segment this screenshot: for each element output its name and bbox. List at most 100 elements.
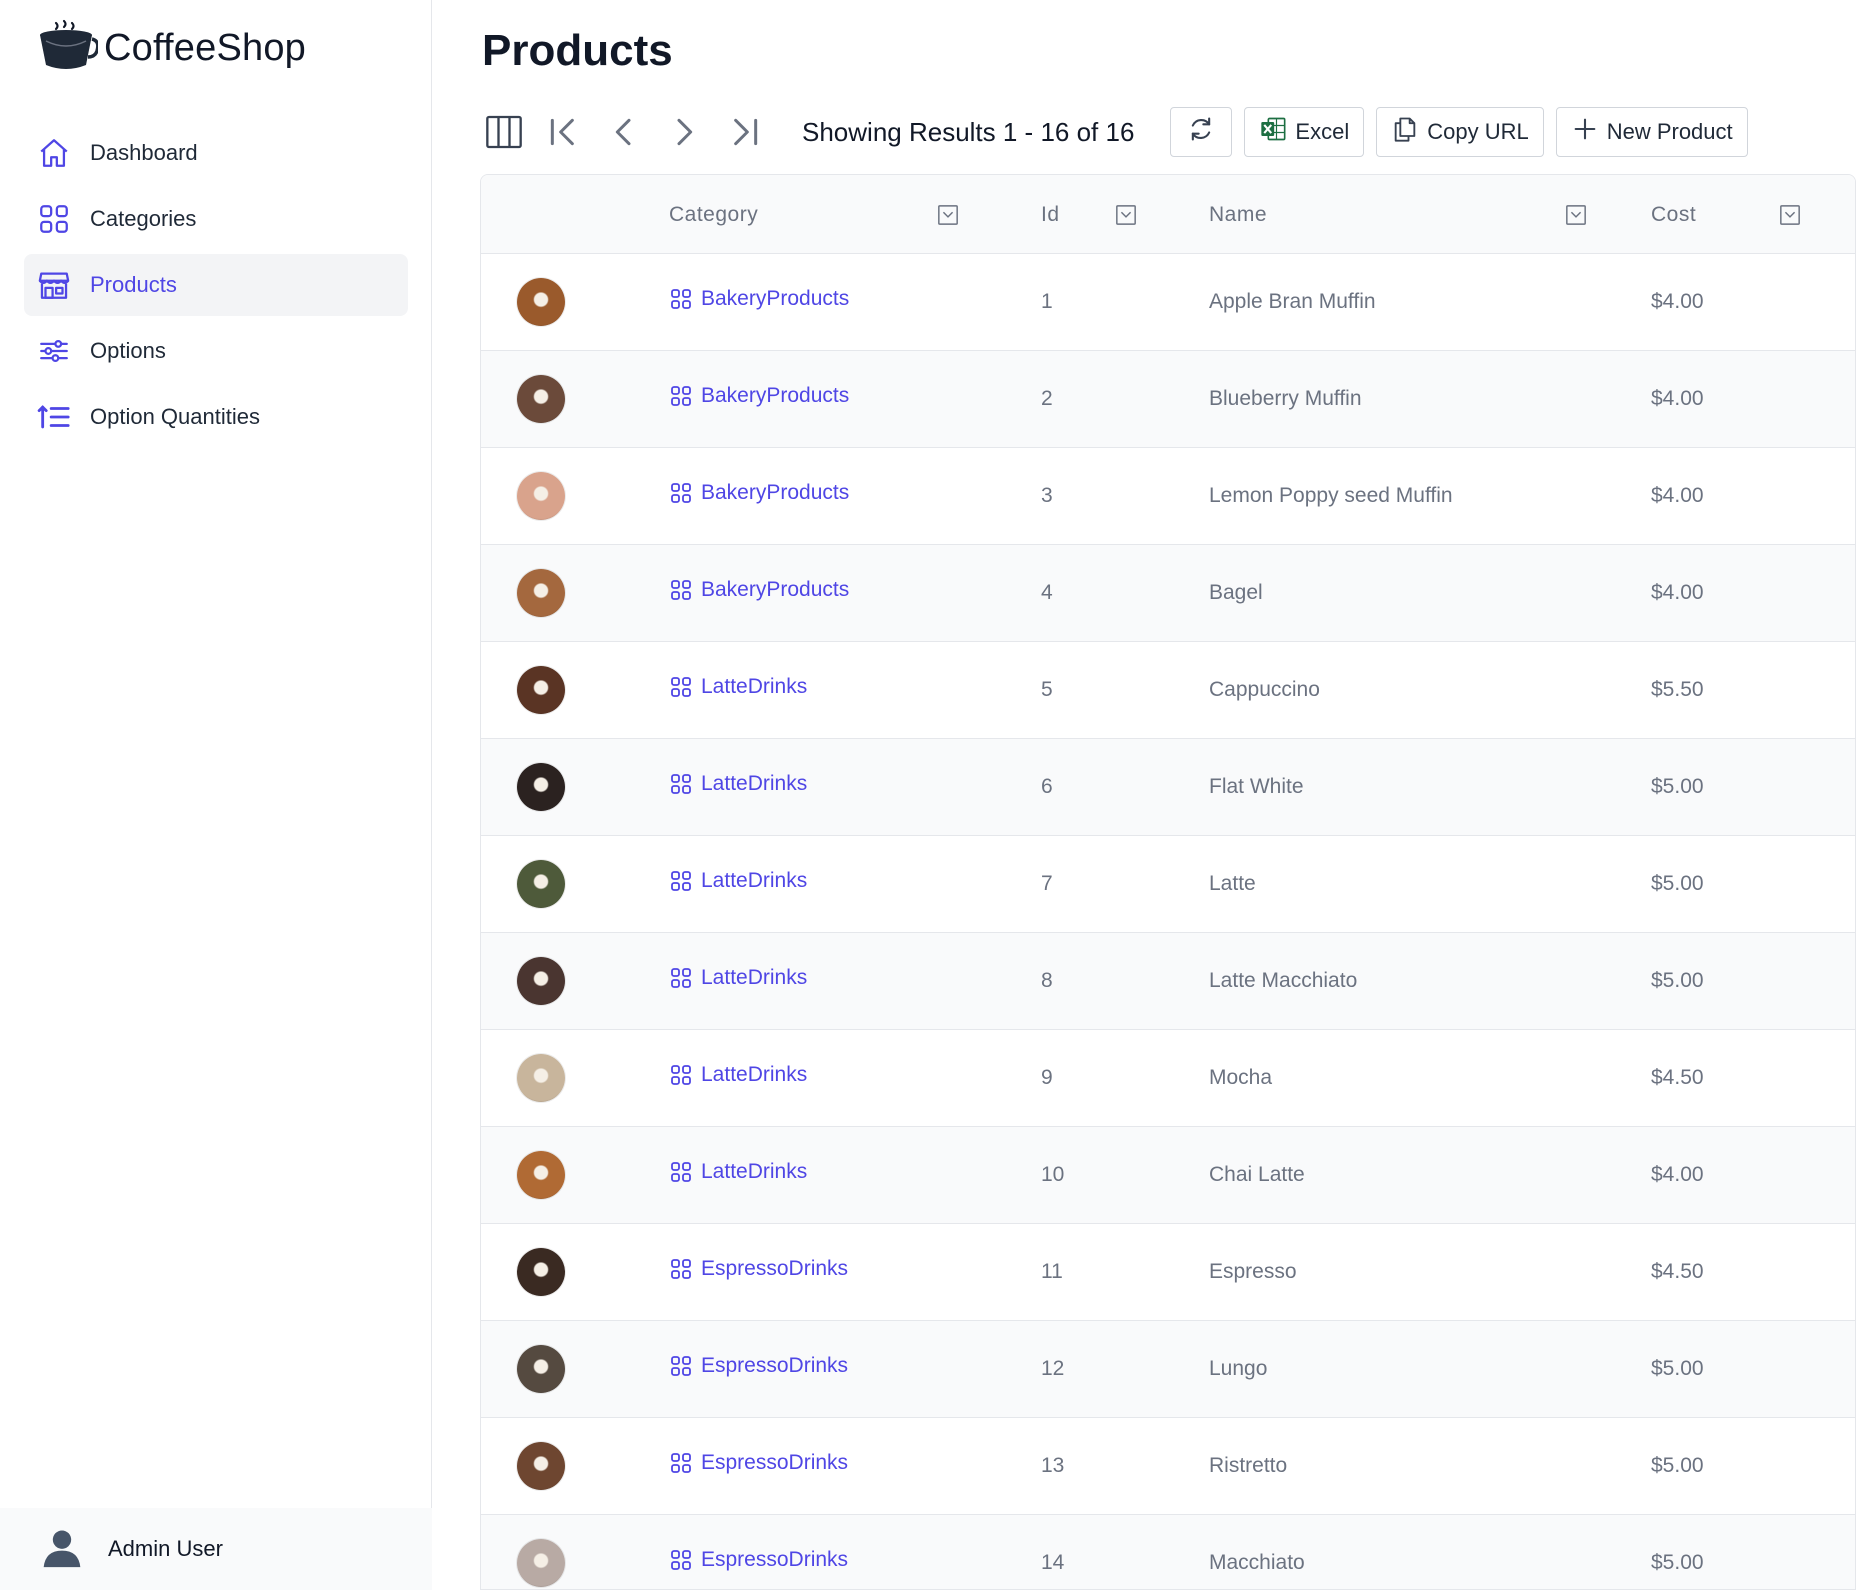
table-row[interactable]: LatteDrinks 8 Latte Macchiato $5.00 [481,932,1855,1029]
category-link[interactable]: EspressoDrinks [669,1451,848,1475]
category-label: BakeryProducts [701,480,850,504]
category-link[interactable]: EspressoDrinks [669,1548,848,1572]
copy-url-button[interactable]: Copy URL [1376,107,1544,157]
product-thumbnail [517,762,565,811]
category-link[interactable]: LatteDrinks [669,772,807,796]
table-row[interactable]: LatteDrinks 5 Cappuccino $5.50 [481,641,1855,738]
table-row[interactable]: LatteDrinks 6 Flat White $5.00 [481,738,1855,835]
filter-dropdown-icon[interactable] [1115,204,1137,226]
product-image-cell [481,544,669,641]
name-cell: Latte Macchiato [1209,968,1358,992]
table-row[interactable]: BakeryProducts 1 Apple Bran Muffin $4.00 [481,253,1855,350]
category-link[interactable]: EspressoDrinks [669,1257,848,1281]
category-label: LatteDrinks [701,1159,808,1183]
sidebar-item-label: Options [90,338,166,363]
id-cell: 9 [1041,1065,1053,1089]
product-thumbnail [517,568,565,617]
category-link[interactable]: BakeryProducts [669,287,849,311]
sidebar-item-option-quantities[interactable]: Option Quantities [24,386,408,448]
category-link[interactable]: LatteDrinks [669,966,807,990]
category-link[interactable]: BakeryProducts [669,578,849,602]
user-menu[interactable]: Admin User [0,1508,432,1590]
cost-cell: $5.00 [1651,1453,1704,1477]
sidebar-item-label: Option Quantities [90,404,260,429]
next-page-icon[interactable] [662,110,706,154]
column-header-label: Name [1209,203,1268,226]
name-cell: Macchiato [1209,1550,1305,1574]
products-table: Category Id Name Cost BakeryProducts 1 A… [480,174,1856,1590]
product-thumbnail [517,1150,565,1199]
category-link[interactable]: LatteDrinks [669,675,807,699]
column-header-category[interactable]: Category [669,175,1025,253]
table-row[interactable]: BakeryProducts 3 Lemon Poppy seed Muffin $4… [481,447,1855,544]
product-thumbnail [517,859,565,908]
main-content: Products Showing Results 1 - 16 of 16 Ex… [432,0,1860,1590]
excel-icon [1259,115,1295,149]
id-cell: 1 [1041,289,1053,313]
sidebar-item-dashboard[interactable]: Dashboard [24,122,408,184]
prev-page-icon[interactable] [602,110,646,154]
category-icon [669,966,701,990]
table-row[interactable]: LatteDrinks 10 Chai Latte $4.00 [481,1126,1855,1223]
sidebar-nav: Dashboard Categories Products Options Op… [24,122,408,452]
excel-export-button[interactable]: Excel [1244,107,1365,157]
category-link[interactable]: BakeryProducts [669,481,849,505]
name-cell: Cappuccino [1209,677,1320,701]
category-link[interactable]: EspressoDrinks [669,1354,848,1378]
product-image-cell [481,1514,669,1589]
id-cell: 4 [1041,580,1053,604]
table-row[interactable]: BakeryProducts 4 Bagel $4.00 [481,544,1855,641]
id-cell: 7 [1041,871,1053,895]
category-cell: EspressoDrinks [669,1514,1025,1589]
name-cell: Chai Latte [1209,1162,1305,1186]
refresh-button[interactable] [1170,107,1233,157]
new-product-label: New Product [1606,119,1733,144]
category-cell: EspressoDrinks [669,1417,1025,1514]
column-header-id[interactable]: Id [1025,175,1201,253]
columns-icon[interactable] [482,110,526,154]
cost-cell: $4.00 [1651,580,1704,604]
name-cell: Mocha [1209,1065,1273,1089]
sidebar-item-categories[interactable]: Categories [24,188,408,250]
id-cell: 13 [1041,1453,1065,1477]
first-page-icon[interactable] [542,110,586,154]
category-icon [669,772,701,796]
product-thumbnail [517,471,565,520]
category-link[interactable]: LatteDrinks [669,869,807,893]
table-row[interactable]: BakeryProducts 2 Blueberry Muffin $4.00 [481,350,1855,447]
new-product-button[interactable]: New Product [1555,107,1748,157]
id-cell: 2 [1041,386,1053,410]
category-cell: LatteDrinks [669,932,1025,1029]
page-title: Products [482,26,673,75]
table-row[interactable]: EspressoDrinks 12 Lungo $5.00 [481,1320,1855,1417]
name-cell: Espresso [1209,1259,1297,1283]
category-link[interactable]: BakeryProducts [669,384,849,408]
filter-dropdown-icon[interactable] [1565,204,1587,226]
home-icon [36,135,72,171]
cost-cell: $5.00 [1651,1356,1704,1380]
name-cell: Ristretto [1209,1453,1288,1477]
column-header-cost[interactable]: Cost [1651,175,1855,253]
cost-cell: $4.00 [1651,289,1704,313]
sidebar-item-options[interactable]: Options [24,320,408,382]
filter-dropdown-icon[interactable] [937,204,959,226]
last-page-icon[interactable] [722,110,766,154]
brand[interactable]: CoffeeShop [34,18,306,78]
category-icon [669,384,701,408]
name-cell: Lungo [1209,1356,1268,1380]
category-link[interactable]: LatteDrinks [669,1160,807,1184]
table-row[interactable]: LatteDrinks 9 Mocha $4.50 [481,1029,1855,1126]
table-row[interactable]: EspressoDrinks 14 Macchiato $5.00 [481,1514,1855,1589]
table-row[interactable]: LatteDrinks 7 Latte $5.00 [481,835,1855,932]
product-thumbnail [517,374,565,423]
table-row[interactable]: EspressoDrinks 11 Espresso $4.50 [481,1223,1855,1320]
sidebar-item-products[interactable]: Products [24,254,408,316]
column-header-label: Category [669,203,759,226]
column-header-name[interactable]: Name [1201,175,1651,253]
table-row[interactable]: EspressoDrinks 13 Ristretto $5.00 [481,1417,1855,1514]
product-image-cell [481,1320,669,1417]
category-icon [669,675,701,699]
category-cell: LatteDrinks [669,738,1025,835]
filter-dropdown-icon[interactable] [1779,204,1801,226]
category-link[interactable]: LatteDrinks [669,1063,807,1087]
